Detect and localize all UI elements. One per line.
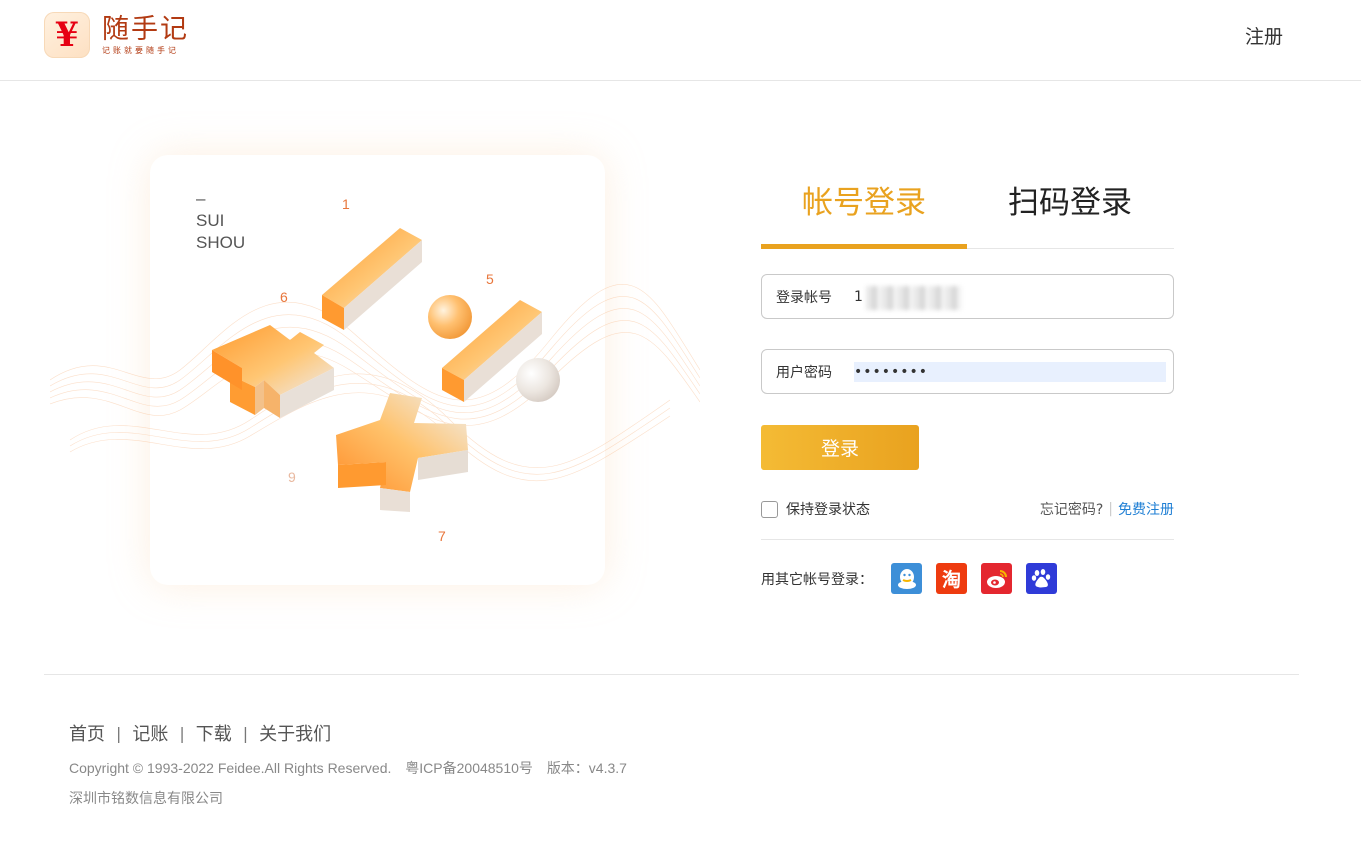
qq-icon[interactable] <box>891 563 922 594</box>
footer-separator: | <box>116 723 122 743</box>
footer-separator: | <box>242 723 249 743</box>
hero-number: 5 <box>486 271 494 287</box>
login-panel: 帐号登录 扫码登录 登录帐号 用户密码 登录 保持登录状态 忘记密码? | 免费… <box>761 170 1174 594</box>
social-login: 用其它帐号登录： 淘 <box>761 563 1174 594</box>
remember-login[interactable]: 保持登录状态 <box>761 499 870 519</box>
footer-company: 深圳市铭数信息有限公司 <box>69 791 223 807</box>
hero-number: 1 <box>342 196 350 212</box>
active-tab-indicator <box>761 244 967 249</box>
footer-link-home[interactable]: 首页 <box>69 720 105 746</box>
version-text: 版本：v4.3.7 <box>546 760 627 776</box>
hero-number: 6 <box>280 289 288 305</box>
hero-number: 9 <box>288 469 296 485</box>
password-label: 用户密码 <box>776 364 832 381</box>
ball-orange <box>428 295 472 339</box>
footer-link-download[interactable]: 下载 <box>196 720 232 746</box>
password-field: 用户密码 <box>761 349 1174 394</box>
hero-brand-line1: SUI <box>196 211 225 230</box>
login-tabs: 帐号登录 扫码登录 <box>761 170 1174 249</box>
account-links: 忘记密码? | 免费注册 <box>1040 499 1174 519</box>
login-button[interactable]: 登录 <box>761 425 919 470</box>
account-field: 登录帐号 <box>761 274 1174 319</box>
divider <box>761 539 1174 540</box>
footer: 首页 | 记账 | 下载 | 关于我们 Copyright © 1993-202… <box>69 720 637 808</box>
footer-divider <box>44 674 1299 675</box>
footer-copyright: Copyright © 1993-2022 Feidee.All Rights … <box>69 758 637 778</box>
logo[interactable]: ¥ 随手记 记账就要随手记 <box>44 12 189 58</box>
remember-label: 保持登录状态 <box>786 502 870 518</box>
yen-icon: ¥ <box>55 15 79 55</box>
password-input[interactable] <box>854 361 1166 382</box>
logo-text: 随手记 记账就要随手记 <box>102 13 189 56</box>
minus-shape-1 <box>322 228 422 330</box>
hero-number: 7 <box>438 528 446 544</box>
footer-nav: 首页 | 记账 | 下载 | 关于我们 <box>69 720 637 746</box>
hero-brand-line2: SHOU <box>196 233 246 252</box>
footer-separator: | <box>179 723 185 743</box>
free-register-link[interactable]: 免费注册 <box>1118 499 1174 519</box>
tab-account-login[interactable]: 帐号登录 <box>761 170 967 248</box>
social-login-label: 用其它帐号登录： <box>761 571 873 588</box>
login-options: 保持登录状态 忘记密码? | 免费注册 <box>761 498 1174 520</box>
icp-text: 粤ICP备20048510号 <box>405 760 533 776</box>
hero-artwork <box>50 228 700 512</box>
logo-slogan: 记账就要随手记 <box>102 45 179 55</box>
weibo-icon[interactable] <box>981 563 1012 594</box>
baidu-icon[interactable] <box>1026 563 1057 594</box>
plus-shape-1 <box>212 325 334 418</box>
account-redaction <box>866 286 962 310</box>
taobao-icon[interactable]: 淘 <box>936 563 967 594</box>
header: ¥ 随手记 记账就要随手记 注册 <box>0 0 1361 81</box>
hero-brand-dash: – <box>196 189 206 208</box>
hero-illustration: – SUI SHOU 1 5 6 9 7 <box>50 140 700 600</box>
tab-qrcode-login[interactable]: 扫码登录 <box>967 170 1173 248</box>
link-separator: | <box>1108 501 1113 517</box>
copyright-text: Copyright © 1993-2022 Feidee.All Rights … <box>69 760 392 776</box>
logo-name: 随手记 <box>102 13 189 45</box>
remember-checkbox[interactable] <box>761 500 778 518</box>
footer-link-about[interactable]: 关于我们 <box>259 720 331 746</box>
forgot-password-link[interactable]: 忘记密码? <box>1040 499 1103 519</box>
ball-grey <box>516 358 560 402</box>
logo-mark: ¥ <box>44 12 90 58</box>
footer-link-bookkeeping[interactable]: 记账 <box>132 720 168 746</box>
header-register-link[interactable]: 注册 <box>1245 22 1283 49</box>
account-label: 登录帐号 <box>776 289 832 306</box>
hero-brand: – SUI SHOU <box>196 188 245 254</box>
taobao-glyph: 淘 <box>941 569 961 591</box>
